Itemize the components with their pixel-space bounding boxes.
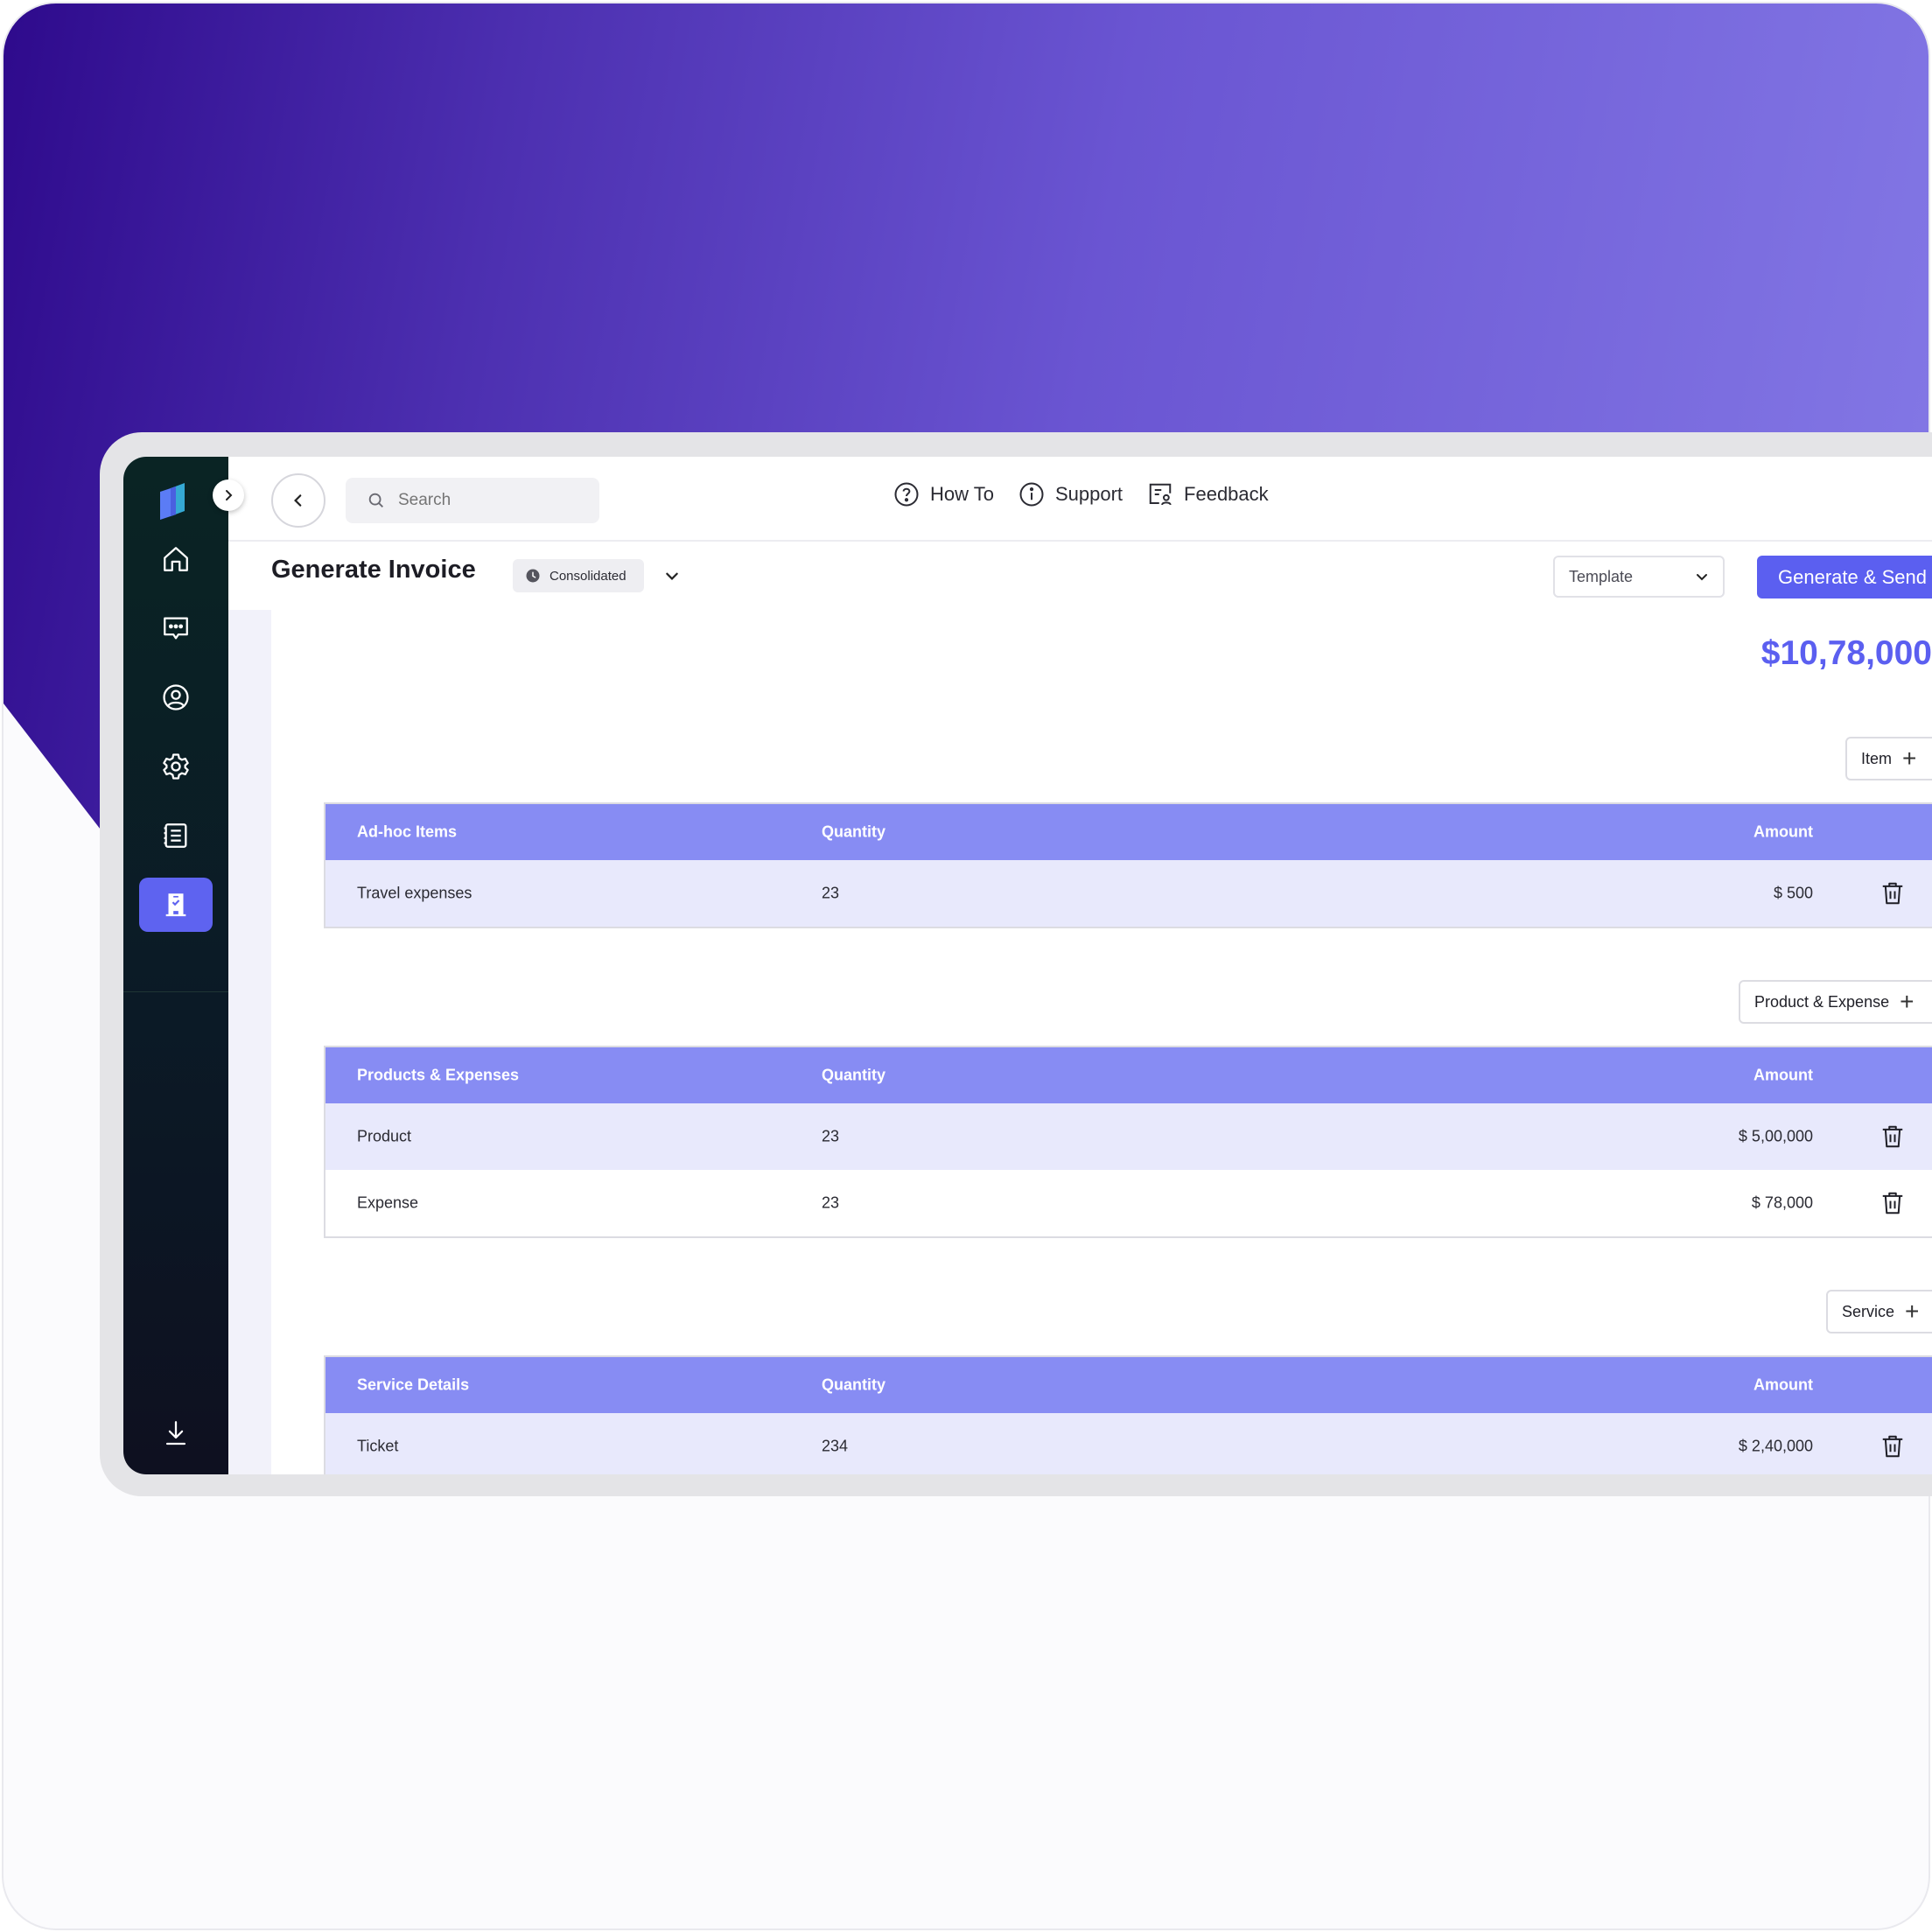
adhoc-items-table: Ad-hoc Items Quantity Amount Travel expe… — [324, 802, 1932, 928]
invoice-total: $10,78,000 — [1760, 634, 1932, 672]
sidebar-download[interactable] — [139, 1406, 213, 1460]
chevron-right-icon — [226, 490, 233, 500]
badge-label: Consolidated — [550, 568, 626, 584]
column-header: Products & Expenses — [357, 1066, 520, 1084]
row-amount: $ 2,40,000 — [1738, 1437, 1813, 1455]
row-amount: $ 500 — [1773, 884, 1813, 902]
feedback-label: Feedback — [1184, 483, 1269, 505]
topbar: How To Support Feedback JD — [228, 457, 1932, 542]
template-select-value: Template — [1569, 567, 1634, 585]
sidebar-item-invoices[interactable] — [139, 878, 213, 932]
template-select[interactable]: Template — [1553, 556, 1725, 598]
row-name: Ticket — [357, 1437, 399, 1455]
table-header: Products & Expenses Quantity Amount — [326, 1047, 1932, 1103]
sidebar-divider — [123, 991, 228, 992]
user-icon — [163, 684, 189, 710]
chevron-down-icon — [1697, 574, 1707, 581]
column-header: Amount — [1754, 1376, 1813, 1394]
sidebar-expand-button[interactable] — [213, 480, 244, 511]
app-logo-icon — [160, 483, 185, 520]
service-details-table: Service Details Quantity Amount Ticket 2… — [324, 1355, 1932, 1474]
row-amount: $ 78,000 — [1751, 1194, 1813, 1212]
row-quantity: 234 — [822, 1437, 849, 1455]
add-item-button[interactable]: Item + — [1845, 737, 1932, 780]
table-header: Ad-hoc Items Quantity Amount — [326, 804, 1932, 860]
delete-icon[interactable] — [1880, 1189, 1906, 1217]
add-service-label: Service — [1842, 1302, 1895, 1320]
plus-icon: + — [1905, 1298, 1920, 1325]
gear-icon — [163, 753, 189, 780]
support-label: Support — [1054, 483, 1124, 505]
add-item-label: Item — [1861, 749, 1893, 767]
download-icon — [165, 1421, 186, 1446]
support-link[interactable]: Support — [1018, 481, 1123, 508]
add-service-button[interactable]: Service + — [1826, 1290, 1932, 1334]
row-name: Travel expenses — [357, 884, 472, 902]
row-name: Expense — [357, 1194, 419, 1212]
list-icon — [164, 823, 187, 848]
clock-icon — [526, 569, 540, 583]
row-quantity: 23 — [822, 1194, 840, 1212]
view-dropdown-toggle[interactable] — [659, 563, 685, 589]
add-product-expense-button[interactable]: Product & Expense + — [1739, 980, 1932, 1024]
sidebar-item-home[interactable] — [139, 532, 213, 586]
column-header: Amount — [1754, 1066, 1813, 1084]
plus-icon: + — [1902, 745, 1917, 772]
search-box — [346, 478, 599, 523]
feedback-link[interactable]: Feedback — [1147, 481, 1269, 508]
sidebar-item-messages[interactable] — [139, 601, 213, 655]
column-header: Quantity — [822, 822, 886, 841]
row-quantity: 23 — [822, 884, 840, 902]
help-circle-icon — [894, 482, 919, 507]
table-header: Service Details Quantity Amount — [326, 1357, 1932, 1413]
column-header: Quantity — [822, 1066, 886, 1084]
column-header: Service Details — [357, 1376, 470, 1394]
add-product-expense-label: Product & Expense — [1754, 992, 1890, 1011]
back-button[interactable] — [271, 473, 326, 528]
chevron-left-icon — [294, 494, 302, 507]
column-header: Quantity — [822, 1376, 886, 1394]
delete-icon[interactable] — [1880, 1432, 1906, 1460]
sidebar-item-profile[interactable] — [139, 670, 213, 724]
products-expenses-table: Products & Expenses Quantity Amount Prod… — [324, 1046, 1932, 1238]
table-row: Ticket 234 $ 2,40,000 — [326, 1413, 1932, 1474]
plus-icon: + — [1900, 988, 1914, 1015]
invoice-icon — [165, 893, 186, 917]
search-icon — [368, 493, 383, 508]
app-window: How To Support Feedback JD Generate Invo… — [123, 457, 1932, 1474]
page-title: Generate Invoice — [271, 556, 476, 584]
top-links: How To Support Feedback — [893, 481, 1269, 508]
home-icon — [164, 547, 188, 571]
search-input[interactable] — [396, 490, 592, 511]
chat-icon — [164, 617, 188, 640]
row-quantity: 23 — [822, 1127, 840, 1145]
table-row: Expense 23 $ 78,000 — [326, 1170, 1932, 1236]
info-icon — [1019, 482, 1044, 507]
status-badge[interactable]: Consolidated — [513, 559, 644, 592]
row-amount: $ 5,00,000 — [1738, 1127, 1813, 1145]
column-header: Ad-hoc Items — [357, 822, 458, 841]
table-row: Travel expenses 23 $ 500 — [326, 860, 1932, 927]
chevron-down-icon — [666, 572, 678, 580]
delete-icon[interactable] — [1880, 879, 1906, 907]
delete-icon[interactable] — [1880, 1123, 1906, 1151]
sidebar-item-settings[interactable] — [139, 739, 213, 794]
how-to-link[interactable]: How To — [893, 481, 994, 508]
generate-send-button[interactable]: Generate & Send — [1757, 556, 1932, 598]
table-row: Product 23 $ 5,00,000 — [326, 1103, 1932, 1170]
column-header: Amount — [1754, 822, 1813, 841]
row-name: Product — [357, 1127, 412, 1145]
feedback-icon — [1149, 483, 1172, 506]
sidebar — [123, 457, 228, 1474]
sidebar-item-reports[interactable] — [139, 808, 213, 863]
how-to-label: How To — [930, 483, 994, 505]
content-gutter — [228, 610, 271, 1474]
